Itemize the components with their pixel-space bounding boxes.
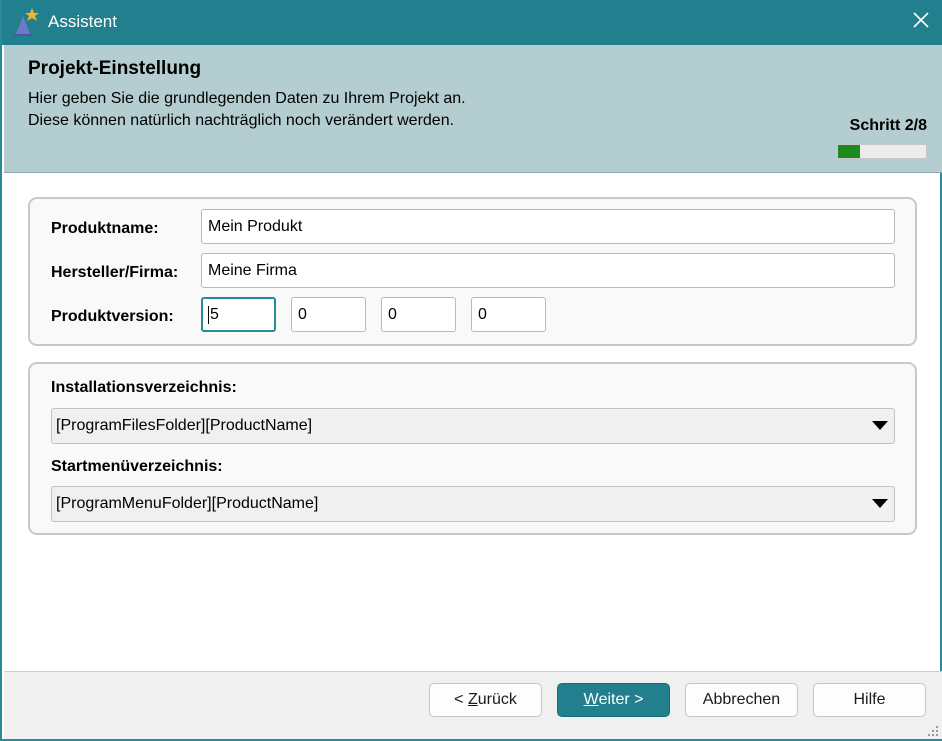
product-name-input[interactable]: Mein Produkt — [201, 209, 895, 244]
close-button[interactable] — [898, 0, 942, 45]
startmenu-dir-label: Startmenüverzeichnis: — [51, 458, 223, 475]
resize-grip-icon[interactable] — [927, 724, 939, 736]
cancel-button[interactable]: Abbrechen — [685, 683, 798, 717]
wizard-window: Assistent Projekt-Einstellung Hier geben… — [0, 0, 942, 741]
version-minor-input[interactable]: 0 — [291, 297, 366, 332]
install-dir-label: Installationsverzeichnis: — [51, 379, 237, 396]
back-button[interactable]: < Zurück — [429, 683, 542, 717]
vendor-input[interactable]: Meine Firma — [201, 253, 895, 288]
button-bar: < Zurück Weiter > Abbrechen Hilfe — [4, 671, 942, 739]
vendor-label: Hersteller/Firma: — [51, 264, 179, 281]
close-icon — [912, 11, 930, 34]
page-description-line-1: Hier geben Sie die grundlegenden Daten z… — [28, 90, 466, 107]
next-rest: eiter > — [598, 691, 644, 708]
text-caret — [208, 305, 209, 324]
title-bar: Assistent — [2, 0, 942, 45]
help-button[interactable]: Hilfe — [813, 683, 926, 717]
product-version-label: Produktversion: — [51, 308, 174, 325]
step-indicator: Schritt 2/8 — [849, 117, 927, 134]
page-title: Projekt-Einstellung — [28, 58, 202, 79]
install-dir-value: [ProgramFilesFolder][ProductName] — [56, 417, 313, 434]
startmenu-dir-value: [ProgramMenuFolder][ProductName] — [56, 495, 319, 512]
chevron-down-icon — [872, 499, 888, 508]
next-button[interactable]: Weiter > — [557, 683, 670, 717]
chevron-down-icon — [872, 421, 888, 430]
version-revision-input[interactable]: 0 — [471, 297, 546, 332]
window-title: Assistent — [48, 12, 117, 31]
page-description-line-2: Diese können natürlich nachträglich noch… — [28, 112, 455, 129]
product-name-label: Produktname: — [51, 220, 159, 237]
version-build-input[interactable]: 0 — [381, 297, 456, 332]
step-progress-bar — [837, 144, 927, 159]
install-dir-combobox[interactable]: [ProgramFilesFolder][ProductName] — [51, 408, 895, 444]
back-mnemonic: Z — [467, 691, 478, 708]
product-info-group: Produktname: Mein Produkt Hersteller/Fir… — [28, 197, 917, 346]
back-rest: urück — [477, 691, 517, 708]
step-progress-fill — [838, 145, 860, 158]
wizard-header: Projekt-Einstellung Hier geben Sie die g… — [4, 45, 942, 173]
version-major-input[interactable]: 5 — [201, 297, 276, 332]
back-prefix: < — [454, 691, 468, 708]
wizard-hat-star-icon — [14, 8, 40, 36]
startmenu-dir-combobox[interactable]: [ProgramMenuFolder][ProductName] — [51, 486, 895, 522]
version-major-value: 5 — [210, 305, 219, 323]
next-mnemonic: W — [583, 691, 599, 708]
folders-group: Installationsverzeichnis: [ProgramFilesF… — [28, 362, 917, 535]
